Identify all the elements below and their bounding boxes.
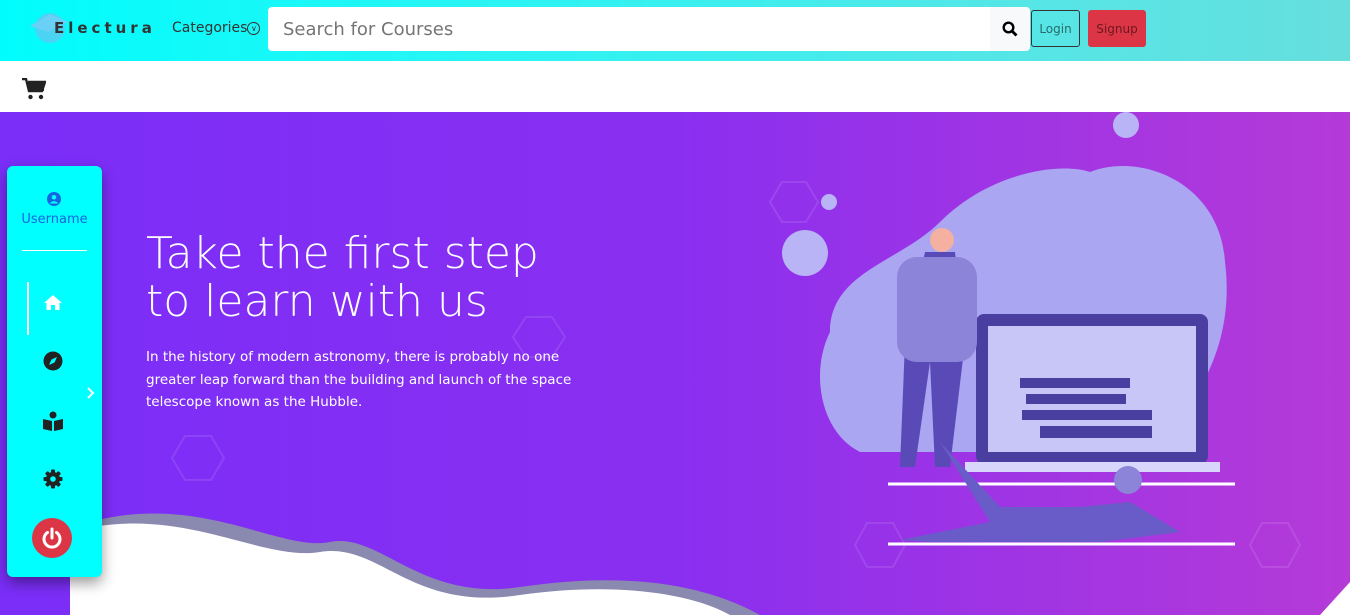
book-reader-icon xyxy=(43,411,63,431)
hero-section: Take the first step to learn with us In t… xyxy=(0,112,1350,615)
sidebar-item-courses[interactable] xyxy=(40,408,66,434)
search-button[interactable] xyxy=(990,7,1030,51)
chevron-right-icon[interactable] xyxy=(86,386,96,400)
username-label[interactable]: Username xyxy=(7,212,102,227)
power-icon xyxy=(42,527,62,549)
hero-description: In the history of modern astronomy, ther… xyxy=(146,349,572,410)
sidebar-item-settings[interactable] xyxy=(40,466,66,492)
categories-dropdown[interactable]: Categories ∨ xyxy=(172,20,261,36)
search-input[interactable] xyxy=(268,7,990,51)
top-navbar: Electura Categories∨ Login Signup xyxy=(0,0,1350,61)
login-button[interactable]: Login xyxy=(1031,10,1080,47)
search-bar xyxy=(268,7,1030,51)
hero-title-line2: to learn with us xyxy=(146,276,488,327)
home-icon xyxy=(44,294,62,310)
categories-label: Categories xyxy=(172,20,248,36)
brand-name[interactable]: Electura xyxy=(54,19,156,37)
user-circle-icon xyxy=(47,192,61,206)
sidebar-item-home[interactable] xyxy=(40,289,66,315)
compass-icon xyxy=(43,351,63,371)
search-icon xyxy=(1002,21,1018,37)
cart-icon[interactable] xyxy=(22,78,46,100)
sidebar-divider xyxy=(22,250,87,251)
active-indicator xyxy=(27,282,29,335)
logout-button[interactable] xyxy=(32,518,72,558)
chevron-down-icon: ∨ xyxy=(247,22,261,35)
hero-title-line1: Take the first step xyxy=(146,228,539,279)
sidebar: Username xyxy=(7,166,102,577)
signup-button[interactable]: Signup xyxy=(1088,10,1146,47)
sidebar-item-explore[interactable] xyxy=(40,348,66,374)
gear-icon xyxy=(43,469,63,489)
hero-title: Take the first step to learn with us xyxy=(146,230,539,326)
